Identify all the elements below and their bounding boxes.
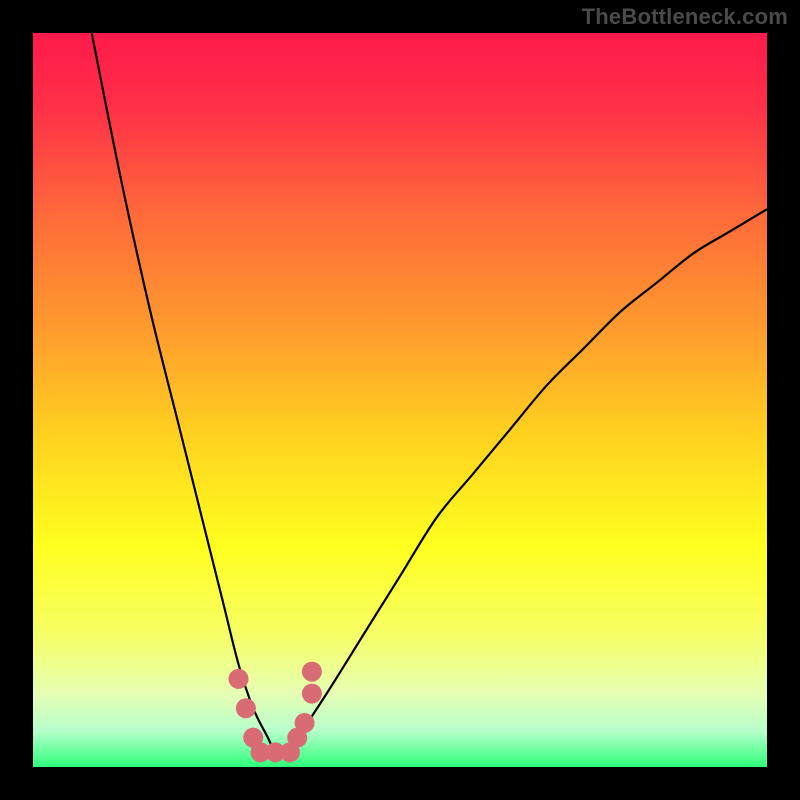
curve-marker: [302, 684, 322, 704]
gradient-background: [33, 33, 767, 767]
watermark-text: TheBottleneck.com: [582, 4, 788, 30]
plot-area: [33, 33, 767, 767]
chart-frame: TheBottleneck.com: [0, 0, 800, 800]
curve-marker: [295, 713, 315, 733]
curve-marker: [236, 698, 256, 718]
curve-marker: [229, 669, 249, 689]
plot-svg: [33, 33, 767, 767]
curve-marker: [302, 662, 322, 682]
